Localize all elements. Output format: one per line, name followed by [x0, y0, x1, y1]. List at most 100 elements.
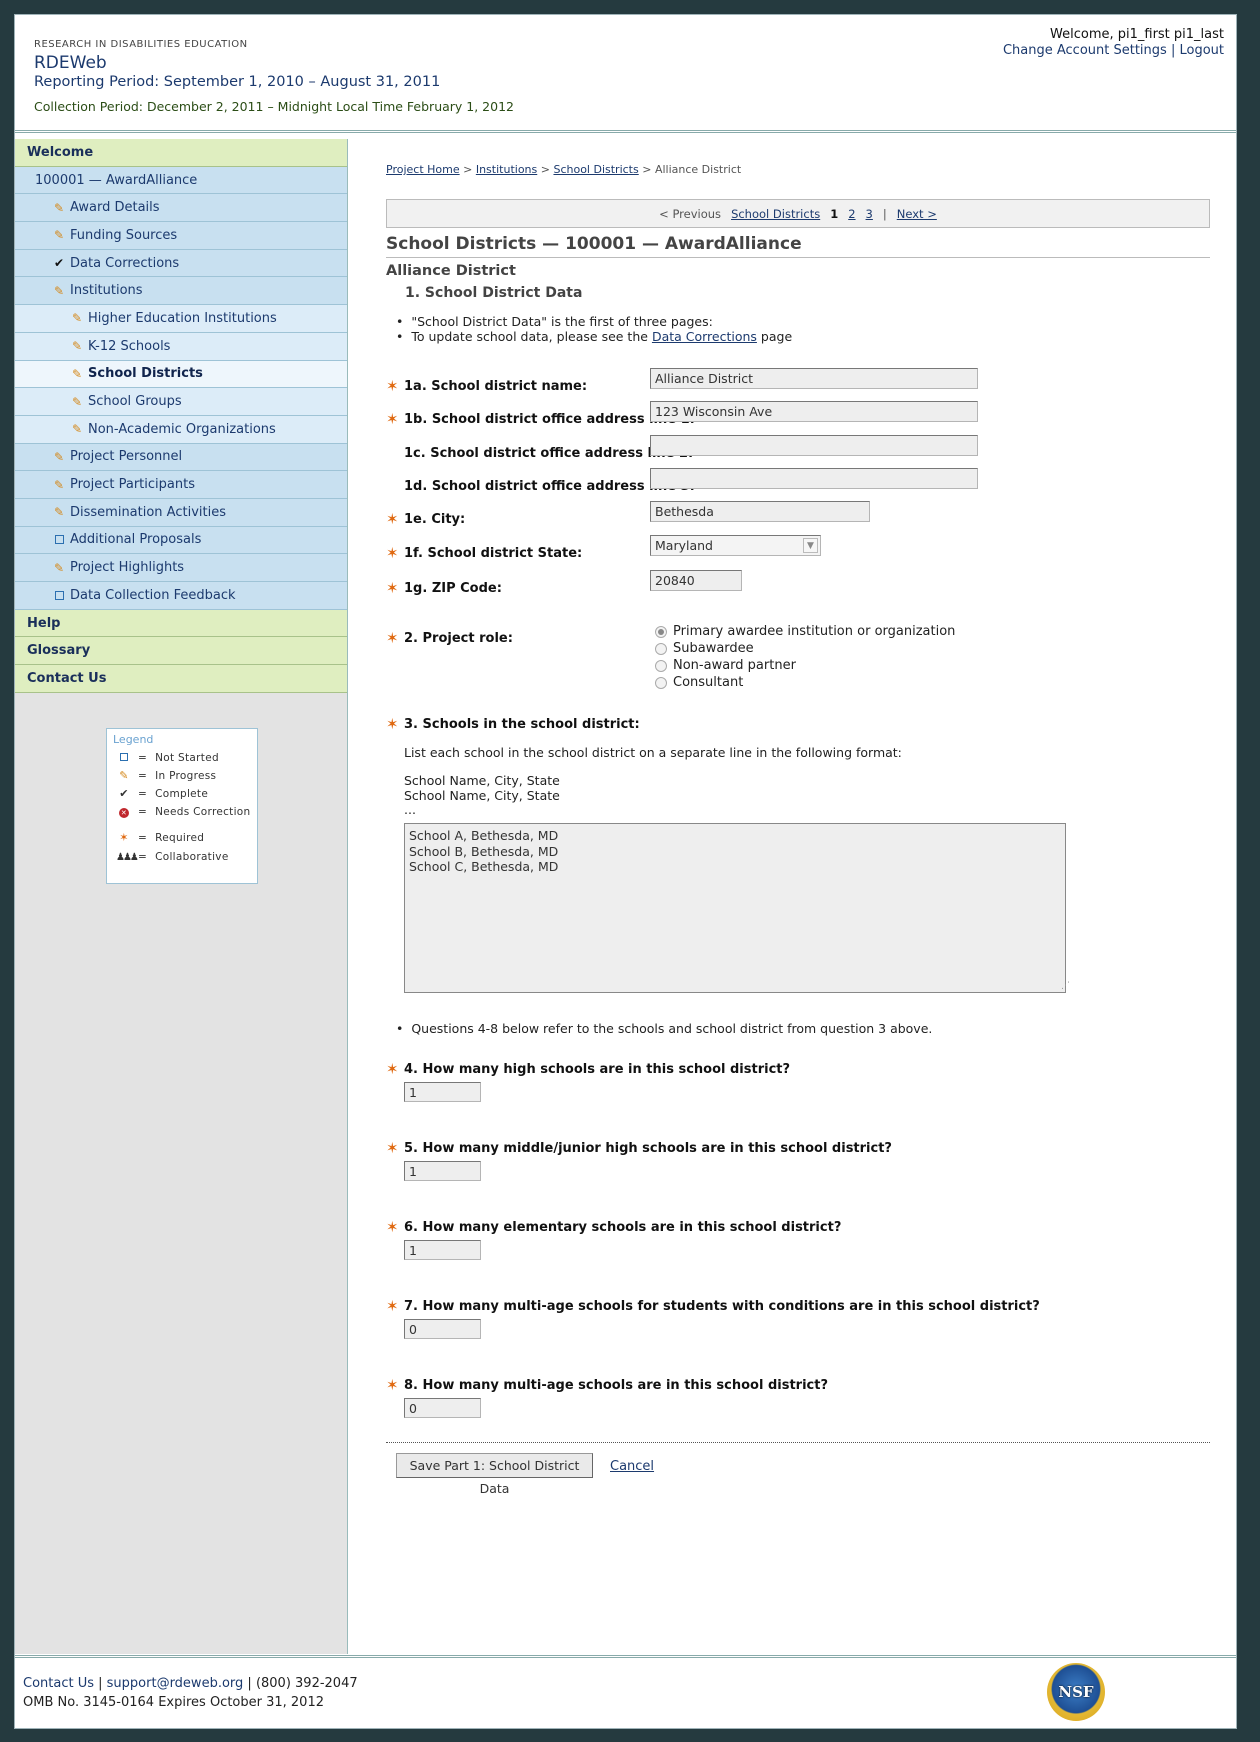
radio-primary-awardee[interactable]: Primary awardee institution or organizat… — [655, 624, 955, 639]
sidebar-item-label: K-12 Schools — [88, 338, 171, 354]
schools-textarea[interactable] — [404, 823, 1066, 993]
radio-non-award-partner[interactable]: Non-award partner — [655, 658, 796, 673]
sidebar-item-label: Non-Academic Organizations — [88, 421, 276, 437]
sidebar-item-feedback[interactable]: Data Collection Feedback — [15, 582, 347, 610]
chevron-down-icon: ▼ — [803, 538, 818, 553]
link-separator: | — [1170, 43, 1176, 58]
app-title: RDEWeb — [34, 53, 107, 73]
sidebar-item-label: Award Details — [70, 200, 160, 216]
sidebar-item-project-participants[interactable]: ✎ Project Participants — [15, 471, 347, 499]
sidebar-item-school-districts[interactable]: ✎ School Districts — [15, 360, 347, 389]
sidebar-item-contact[interactable]: Contact Us — [15, 665, 347, 693]
pencil-icon: ✎ — [71, 366, 83, 381]
reporting-period: Reporting Period: September 1, 2010 – Au… — [34, 74, 441, 90]
sidebar-item-welcome[interactable]: Welcome — [15, 139, 347, 167]
radio-selected-icon — [655, 625, 667, 638]
footer-contact-link[interactable]: Contact Us — [23, 1676, 94, 1691]
sidebar-item-dissemination[interactable]: ✎ Dissemination Activities — [15, 498, 347, 527]
required-star-icon: ✶ — [386, 510, 399, 528]
address-line3-input[interactable] — [650, 468, 978, 489]
section-heading: 1. School District Data — [405, 285, 583, 301]
pencil-icon: ✎ — [53, 505, 65, 520]
required-star-icon: ✶ — [386, 377, 399, 395]
sidebar-item-project-highlights[interactable]: ✎ Project Highlights — [15, 554, 347, 582]
pager-page-2[interactable]: 2 — [848, 207, 855, 221]
multi-age-schools-input[interactable]: 0 — [404, 1398, 481, 1418]
city-input[interactable]: Bethesda — [650, 501, 870, 522]
middle-schools-input[interactable]: 1 — [404, 1161, 481, 1181]
resize-grip-icon[interactable]: ⋰ — [1061, 981, 1070, 991]
legend: Legend = Not Started ✎ = In Progress ✔ = Comp… — [106, 728, 258, 884]
sidebar-item-school-groups[interactable]: ✎ School Groups — [15, 388, 347, 416]
note-data-corrections: • To update school data, please see the … — [396, 329, 793, 344]
cancel-link[interactable]: Cancel — [610, 1459, 654, 1474]
sidebar: Welcome 100001 — AwardAlliance ✎ Award De… — [15, 139, 348, 1654]
account-links: Change Account Settings | Logout — [1003, 43, 1224, 58]
required-star-icon: ✶ — [386, 579, 399, 597]
district-name-input[interactable]: Alliance District — [650, 368, 978, 389]
box-icon — [55, 535, 64, 545]
change-account-settings-link[interactable]: Change Account Settings — [1003, 43, 1167, 58]
sidebar-item-glossary[interactable]: Glossary — [15, 637, 347, 666]
label-6: 6. How many elementary schools are in th… — [404, 1220, 842, 1235]
sidebar-item-label: School Districts — [88, 366, 203, 382]
omb-notice: OMB No. 3145-0164 Expires October 31, 20… — [23, 1695, 324, 1710]
sidebar-item-label: Higher Education Institutions — [88, 310, 277, 326]
radio-icon — [655, 659, 667, 672]
breadcrumb-project-home[interactable]: Project Home — [386, 163, 460, 176]
elementary-schools-input[interactable]: 1 — [404, 1240, 481, 1260]
breadcrumb-school-districts[interactable]: School Districts — [553, 163, 638, 176]
error-icon: ✕ — [119, 808, 129, 818]
logout-link[interactable]: Logout — [1179, 43, 1224, 58]
sidebar-item-k12[interactable]: ✎ K-12 Schools — [15, 332, 347, 361]
sidebar-item-label: 100001 — AwardAlliance — [35, 172, 198, 188]
radio-icon — [655, 676, 667, 689]
pager-previous: < Previous — [659, 206, 722, 221]
sidebar-item-help[interactable]: Help — [15, 609, 347, 638]
sidebar-item-label: Project Highlights — [70, 560, 185, 576]
format-line: School Name, City, State — [404, 773, 560, 788]
data-corrections-link[interactable]: Data Corrections — [652, 329, 757, 344]
sidebar-item-label: Data Collection Feedback — [70, 587, 236, 603]
save-button[interactable]: Save Part 1: School District Data — [396, 1453, 593, 1496]
radio-subawardee[interactable]: Subawardee — [655, 641, 754, 656]
required-star-icon: ✶ — [386, 1139, 399, 1157]
radio-consultant[interactable]: Consultant — [655, 675, 743, 690]
note-questions-4-8: • Questions 4-8 below refer to the schoo… — [396, 1021, 933, 1036]
sidebar-item-data-corrections[interactable]: ✔ Data Corrections — [15, 249, 347, 278]
pager-section-link[interactable]: School Districts — [731, 207, 820, 221]
sidebar-item-institutions[interactable]: ✎ Institutions — [15, 277, 347, 306]
breadcrumb-current: Alliance District — [654, 163, 742, 176]
label-8: 8. How many multi-age schools are in thi… — [404, 1378, 828, 1393]
sidebar-item-non-academic[interactable]: ✎ Non-Academic Organizations — [15, 415, 347, 444]
app-frame: RESEARCH IN DISABILITIES EDUCATION RDEWe… — [14, 14, 1237, 1729]
footer-email-link[interactable]: support@rdeweb.org — [107, 1676, 244, 1691]
pager-page-3[interactable]: 3 — [866, 207, 873, 221]
high-schools-input[interactable]: 1 — [404, 1082, 481, 1102]
sidebar-item-label: Additional Proposals — [70, 532, 202, 548]
label-3: 3. Schools in the school district: — [404, 717, 640, 732]
sidebar-item-project-personnel[interactable]: ✎ Project Personnel — [15, 443, 347, 472]
label-1f: 1f. School district State: — [404, 546, 583, 561]
legend-row: = Not Started — [116, 751, 219, 764]
sidebar-item-additional-proposals[interactable]: Additional Proposals — [15, 526, 347, 555]
sidebar-item-higher-ed[interactable]: ✎ Higher Education Institutions — [15, 305, 347, 333]
welcome-text: Welcome, pi1_first pi1_last — [1050, 27, 1224, 42]
sidebar-item-funding-sources[interactable]: ✎ Funding Sources — [15, 222, 347, 250]
zip-input[interactable]: 20840 — [650, 570, 742, 591]
box-icon — [116, 751, 132, 764]
pager-next[interactable]: Next > — [897, 207, 937, 221]
pencil-icon: ✎ — [119, 769, 129, 782]
sidebar-item-label: Institutions — [70, 283, 143, 299]
sidebar-item-award-details[interactable]: ✎ Award Details — [15, 194, 347, 223]
sidebar-item-award[interactable]: 100001 — AwardAlliance — [15, 166, 347, 195]
pencil-icon: ✎ — [71, 422, 83, 437]
breadcrumb-institutions[interactable]: Institutions — [476, 163, 537, 176]
address-line1-input[interactable]: 123 Wisconsin Ave — [650, 401, 978, 422]
district-name-heading: Alliance District — [386, 263, 516, 279]
label-1e: 1e. City: — [404, 512, 466, 527]
multi-age-conditions-input[interactable]: 0 — [404, 1319, 481, 1339]
address-line2-input[interactable] — [650, 435, 978, 456]
legend-row: ✶ = Required — [116, 831, 204, 844]
state-select[interactable]: Maryland ▼ — [650, 535, 821, 556]
